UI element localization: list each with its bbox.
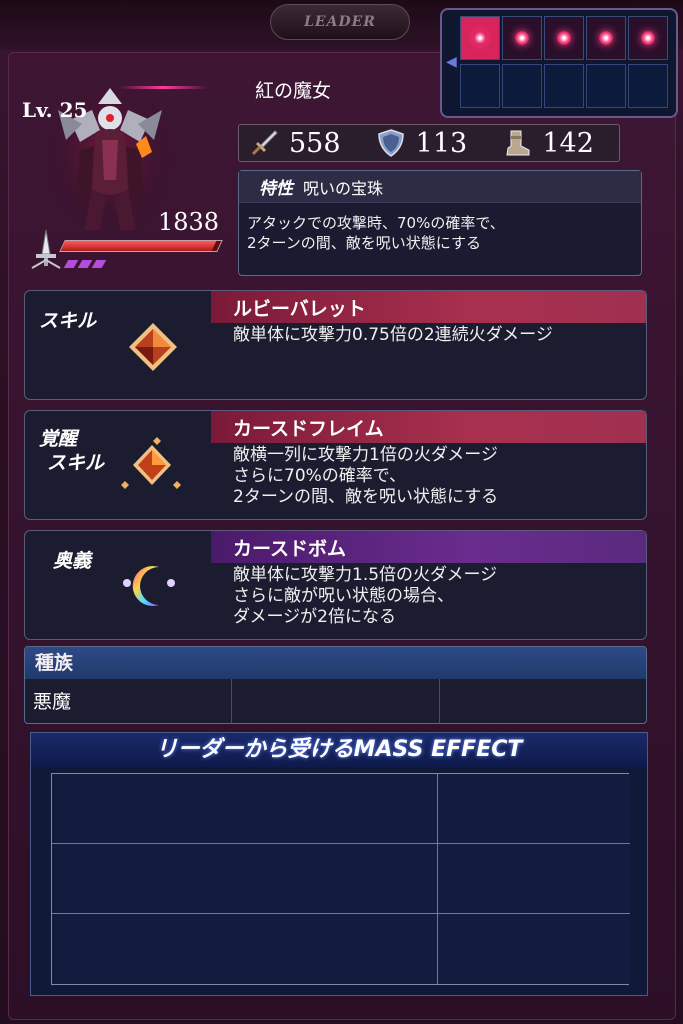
ultimate-desc-line: 敵単体に攻撃力1.5倍の火ダメージ [233, 565, 498, 585]
class-sword-icon [31, 229, 61, 269]
party-slot[interactable] [502, 16, 542, 60]
trait-description: アタックでの攻撃時、70%の確率で、 2ターンの間、敵を呪い状態にする [239, 203, 641, 263]
trait-tag: 特性 [259, 179, 293, 199]
defense-value: 113 [415, 127, 468, 159]
awaken-skill-description: 敵横一列に攻撃力1倍の火ダメージ さらに70%の確率で、 2ターンの間、敵を呪い… [233, 445, 498, 508]
mass-effect-cell [438, 844, 630, 914]
trait-desc-line: アタックでの攻撃時、70%の確率で、 [247, 214, 505, 232]
awaken-label-line: 覚醒 [39, 428, 78, 450]
hp-value: 1838 [158, 208, 220, 236]
stat-attack: 558 [249, 128, 366, 159]
party-slot-empty[interactable] [502, 64, 542, 108]
race-header: 種族 [25, 647, 646, 679]
chevron-left-icon[interactable]: ◀ [446, 54, 457, 70]
mass-effect-cell [438, 774, 630, 844]
party-slot[interactable] [544, 16, 584, 60]
unit-dot-icon [557, 31, 571, 45]
ultimate-card[interactable]: 奥義 カースドボム 敵単体に攻撃力1.5倍の火ダメージ さらに敵が呪い状態の場合… [24, 530, 647, 640]
race-panel: 種族 悪魔 [24, 646, 647, 724]
stat-speed: 142 [502, 128, 619, 159]
trait-desc-line: 2ターンの間、敵を呪い状態にする [247, 234, 481, 252]
party-row-front [460, 16, 668, 60]
trait-panel: 特性 呪いの宝珠 アタックでの攻撃時、70%の確率で、 2ターンの間、敵を呪い状… [238, 170, 642, 276]
ultimate-name: カースドボム [211, 531, 646, 563]
stat-defense: 113 [376, 128, 493, 159]
mass-effect-cell [52, 774, 438, 844]
awaken-skill-card[interactable]: 覚醒 スキル カースドフレイム 敵横一列に攻撃力1倍の火ダメージ さらに70%の… [24, 410, 647, 520]
soul-marks [63, 260, 107, 268]
shield-icon [377, 129, 404, 157]
party-slot-empty[interactable] [460, 64, 500, 108]
leader-crest: LEADER [270, 4, 410, 40]
skill-card[interactable]: スキル ルビーバレット 敵単体に攻撃力0.75倍の2連続火ダメージ [24, 290, 647, 400]
mass-effect-cell [52, 914, 438, 984]
awaken-desc-line: 2ターンの間、敵を呪い状態にする [233, 487, 499, 507]
skill-desc-line: 敵単体に攻撃力0.75倍の2連続火ダメージ [233, 325, 553, 345]
race-cell [440, 679, 646, 723]
speed-value: 142 [542, 127, 594, 159]
leader-label: LEADER [304, 14, 376, 30]
party-slot[interactable] [628, 16, 668, 60]
unit-dot-icon [641, 31, 655, 45]
unit-dot-icon [515, 31, 529, 45]
attack-value: 558 [289, 127, 341, 159]
sword-icon [251, 130, 278, 156]
character-name: 紅の魔女 [255, 80, 332, 102]
level-label: Lv. 25 [22, 98, 88, 122]
skill-description: 敵単体に攻撃力0.75倍の2連続火ダメージ [233, 325, 553, 346]
ruby-gem-icon [129, 323, 177, 371]
race-cells: 悪魔 [25, 679, 646, 723]
party-slot[interactable] [460, 16, 500, 60]
skill-label: スキル [39, 310, 97, 332]
party-formation[interactable]: ◀ [440, 8, 678, 118]
race-cell [232, 679, 440, 723]
ultimate-description: 敵単体に攻撃力1.5倍の火ダメージ さらに敵が呪い状態の場合、 ダメージが2倍に… [233, 565, 497, 628]
awaken-skill-name: カースドフレイム [211, 411, 646, 443]
hp-bar-fill [60, 241, 217, 251]
awaken-desc-line: 敵横一列に攻撃力1倍の火ダメージ [233, 445, 498, 465]
hp-bar [59, 240, 223, 252]
stats-bar: 558 113 142 [238, 124, 620, 162]
soul-mark [63, 260, 79, 268]
unit-dot-icon [599, 31, 613, 45]
party-slot[interactable] [586, 16, 626, 60]
party-row-back [460, 64, 668, 108]
soul-mark [77, 260, 93, 268]
race-cell: 悪魔 [25, 679, 233, 723]
trait-name: 呪いの宝珠 [303, 178, 384, 198]
party-slot-empty[interactable] [628, 64, 668, 108]
party-slot-empty[interactable] [586, 64, 626, 108]
mass-effect-title: リーダーから受けるMASS EFFECT [31, 733, 647, 767]
party-slot-empty[interactable] [544, 64, 584, 108]
mass-effect-cell [52, 844, 438, 914]
unit-dot-icon [473, 31, 487, 45]
awaken-label-line: スキル [47, 452, 105, 474]
ultimate-desc-line: ダメージが2倍になる [233, 607, 396, 627]
ultimate-desc-line: さらに敵が呪い状態の場合、 [233, 586, 454, 606]
awaken-skill-label: 覚醒 スキル [39, 427, 104, 475]
mass-effect-panel: リーダーから受けるMASS EFFECT [30, 732, 648, 996]
mass-effect-cell [438, 914, 630, 984]
trait-header: 特性 呪いの宝珠 [239, 171, 641, 203]
awaken-desc-line: さらに70%の確率で、 [233, 466, 407, 486]
crescent-orb-icon [123, 566, 175, 606]
skill-name: ルビーバレット [211, 291, 646, 323]
ultimate-label: 奥義 [53, 550, 92, 572]
mass-effect-grid [51, 773, 630, 985]
boot-icon [506, 130, 530, 156]
flame-gem-icon [121, 437, 181, 489]
